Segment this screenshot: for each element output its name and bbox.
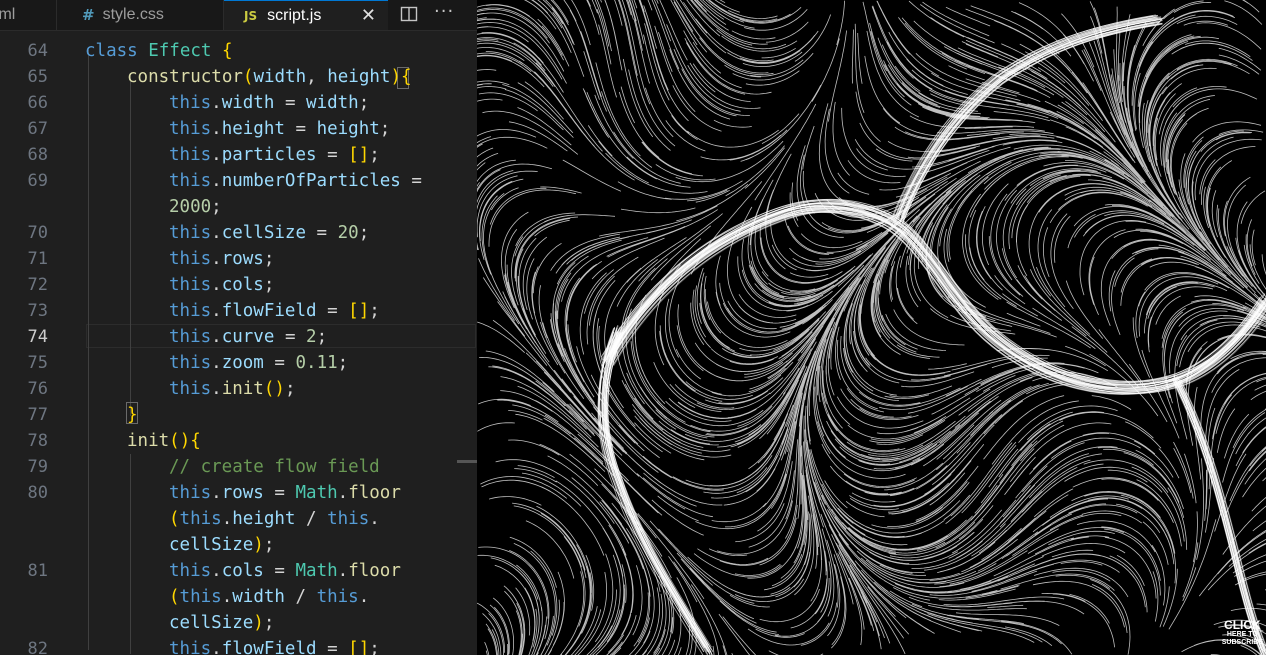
- flow-ridge: [604, 205, 1265, 389]
- flow-ridge: [612, 201, 1266, 385]
- split-editor-icon[interactable]: [400, 5, 418, 23]
- line-number: 81: [27, 561, 48, 581]
- line-number: 68: [27, 145, 48, 165]
- code-line: }: [127, 405, 138, 425]
- tab-html[interactable]: tml: [0, 0, 57, 30]
- watermark-line-3: SUBSCRIBE: [1221, 639, 1263, 646]
- code-line: this.numberOfParticles =: [169, 171, 422, 191]
- code-line: (this.width / this.: [169, 587, 370, 607]
- code-line: this.particles = [];: [169, 145, 380, 165]
- flow-ridge: [597, 330, 704, 651]
- tab-html-label: tml: [0, 6, 16, 23]
- code-line: 2000;: [169, 197, 222, 217]
- flow-ridge: [600, 202, 1261, 386]
- tab-script-js-label: script.js: [267, 6, 322, 24]
- line-number: 73: [27, 301, 48, 321]
- flow-lines: [477, 0, 1266, 655]
- line-number: 78: [27, 431, 48, 451]
- line-number: 66: [27, 93, 48, 113]
- flow-ridge: [604, 209, 1265, 393]
- code-line: this.width = width;: [169, 93, 370, 113]
- subscribe-watermark[interactable]: CLICK HERE TO SUBSCRIBE: [1222, 619, 1263, 647]
- indent-guide: [130, 76, 131, 416]
- line-number: 80: [27, 483, 48, 503]
- more-actions-icon[interactable]: ···: [434, 1, 454, 22]
- code-line: this.flowField = [];: [169, 301, 380, 321]
- hash-icon: #: [82, 6, 95, 24]
- line-number: 70: [27, 223, 48, 243]
- code-line: init(){: [127, 431, 201, 451]
- code-line: (this.height / this.: [169, 509, 380, 529]
- code-line: constructor(width, height){: [127, 67, 412, 87]
- code-line: this.cellSize = 20;: [169, 223, 370, 243]
- flow-ridge: [610, 206, 1266, 389]
- indent-guide: [130, 454, 131, 654]
- tab-style-css-label: style.css: [102, 6, 164, 23]
- line-number: 79: [27, 457, 48, 477]
- code-line: class Effect {: [85, 41, 233, 61]
- code-line: this.rows;: [169, 249, 275, 269]
- code-line: cellSize);: [169, 613, 275, 633]
- watermark-line-2: HERE TO: [1226, 631, 1258, 638]
- flow-ridge: [613, 211, 1266, 394]
- flow-field-canvas: CLICK HERE TO SUBSCRIBE: [477, 0, 1266, 655]
- indent-guide: [88, 50, 89, 650]
- line-number-gutter: 64 65 66 67 68 69 70 71 72 73 74 75 76 77 78 79 80 81 82: [0, 30, 60, 655]
- flow-ridge: [598, 331, 705, 653]
- line-number: 77: [27, 405, 48, 425]
- tab-style-css[interactable]: # style.css: [62, 0, 224, 30]
- code-area[interactable]: 64 65 66 67 68 69 70 71 72 73 74 75 76 77 78 79 80 81 82 c…: [0, 30, 477, 655]
- code-line: this.rows = Math.floor: [169, 483, 401, 503]
- tab-script-js[interactable]: JS script.js ✕: [224, 0, 388, 30]
- flow-ridge: [896, 19, 1158, 220]
- line-number: 65: [27, 67, 48, 87]
- flow-ridge: [891, 25, 1152, 226]
- code-line: cellSize);: [169, 535, 275, 555]
- line-number: 72: [27, 275, 48, 295]
- line-number: 76: [27, 379, 48, 399]
- line-number: 69: [27, 171, 48, 191]
- watermark-line-1: CLICK: [1224, 618, 1261, 632]
- close-icon[interactable]: ✕: [361, 5, 376, 26]
- line-number: 82: [27, 639, 48, 655]
- line-number: 74: [27, 327, 48, 347]
- line-number: 71: [27, 249, 48, 269]
- code-line: this.cols;: [169, 275, 275, 295]
- code-line: // create flow field: [169, 457, 380, 477]
- flow-ridge: [609, 210, 1266, 393]
- code-line: this.height = height;: [169, 119, 391, 139]
- flow-ridge: [612, 210, 1266, 394]
- js-icon: JS: [244, 8, 258, 23]
- code-line: this.cols = Math.floor: [169, 561, 401, 581]
- scrollbar-thumb[interactable]: [457, 460, 477, 463]
- line-number: 75: [27, 353, 48, 373]
- line-number: 67: [27, 119, 48, 139]
- code-editor[interactable]: tml # style.css JS script.js ✕ ··· 64656…: [0, 0, 477, 655]
- code-line: this.flowField = [];: [169, 639, 380, 655]
- tab-bar: tml # style.css JS script.js ✕ ···: [0, 0, 477, 31]
- flow-field-art: [477, 0, 1266, 655]
- code-line: this.curve = 2;: [169, 327, 328, 347]
- line-number: 64: [27, 41, 48, 61]
- code-line: this.zoom = 0.11;: [169, 353, 349, 373]
- code-line: this.init();: [169, 379, 296, 399]
